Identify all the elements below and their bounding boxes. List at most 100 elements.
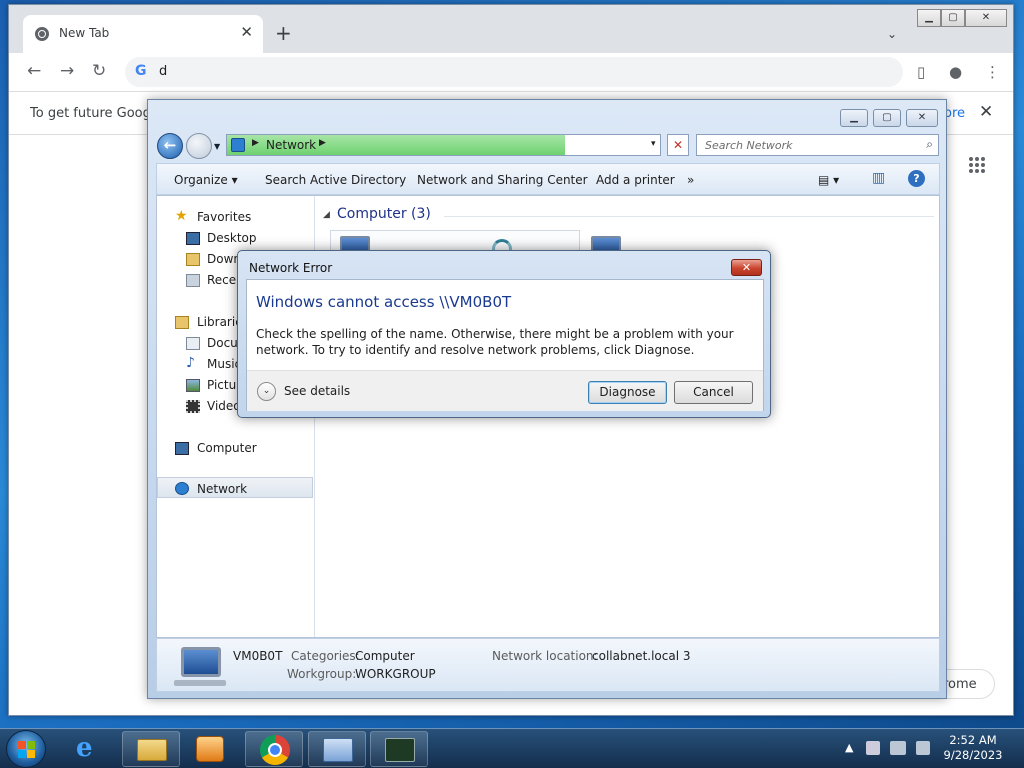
organize-button[interactable]: Organize ▾ — [174, 173, 238, 187]
start-button[interactable] — [6, 730, 46, 768]
reload-icon[interactable]: ↻ — [92, 61, 106, 81]
breadcrumb-network[interactable]: Network — [266, 138, 316, 152]
recent-places-icon — [186, 274, 200, 287]
clock-date: 9/28/2023 — [943, 748, 1003, 762]
explorer-maximize-button[interactable]: ▢ — [873, 109, 901, 127]
pictures-icon — [186, 379, 200, 392]
details-categories-value: Computer — [355, 649, 415, 663]
search-input[interactable]: Search Network ⌕ — [696, 134, 939, 156]
add-printer-button[interactable]: Add a printer — [596, 173, 675, 187]
nav-network[interactable]: Network — [197, 482, 247, 496]
details-location-value: collabnet.local 3 — [592, 649, 691, 663]
preview-pane-icon[interactable]: ▥ — [872, 170, 885, 186]
close-button[interactable]: ✕ — [965, 9, 1007, 27]
dialog-title: Network Error — [249, 261, 333, 275]
diagnose-button[interactable]: Diagnose — [588, 381, 667, 404]
change-view-icon[interactable]: ▤ ▾ — [818, 173, 839, 187]
details-computer-name: VM0B0T — [233, 649, 283, 663]
more-commands-button[interactable]: » — [687, 173, 694, 187]
details-workgroup-label: Workgroup: — [287, 667, 357, 681]
media-player-icon[interactable] — [196, 736, 224, 762]
info-close-icon[interactable]: ✕ — [979, 102, 993, 122]
computer-icon — [175, 442, 189, 455]
taskbar-network-button[interactable] — [308, 731, 366, 767]
nav-desktop[interactable]: Desktop — [207, 231, 257, 245]
monitor-app-icon — [385, 738, 415, 762]
back-icon[interactable]: ← — [27, 61, 41, 81]
videos-icon — [186, 400, 200, 413]
volume-muted-icon[interactable] — [916, 741, 930, 755]
search-active-directory-button[interactable]: Search Active Directory — [265, 173, 406, 187]
omnibox[interactable]: G d — [125, 57, 903, 87]
nav-favorites[interactable]: Favorites — [197, 210, 251, 224]
chrome-logo-icon — [35, 27, 49, 41]
folder-icon — [137, 739, 167, 761]
downloads-icon — [186, 253, 200, 266]
nav-libraries[interactable]: Librarie — [197, 315, 243, 329]
details-pane: VM0B0T Categories: Computer Workgroup: W… — [156, 638, 940, 692]
address-bar[interactable]: ▶ Network ▶ ▾ — [226, 134, 661, 156]
network-window-icon — [323, 738, 353, 762]
dialog-message: Check the spelling of the name. Otherwis… — [256, 327, 734, 357]
taskbar: e ▲ 2:52 AM 9/28/2023 — [0, 728, 1024, 768]
explorer-minimize-button[interactable]: ▁ — [840, 109, 868, 127]
network-status-icon[interactable] — [890, 741, 906, 755]
recent-pages-icon[interactable]: ▼ — [214, 142, 220, 151]
expand-details-icon[interactable]: ⌄ — [257, 382, 276, 401]
forward-arrow-icon[interactable] — [186, 133, 212, 159]
group-header[interactable]: Computer (3) — [337, 206, 431, 222]
taskbar-terminal-button[interactable] — [370, 731, 428, 767]
documents-icon — [186, 337, 200, 350]
menu-icon[interactable]: ⋮ — [985, 63, 1001, 81]
omnibox-input[interactable]: d — [159, 64, 167, 79]
help-icon[interactable]: ? — [908, 170, 925, 187]
show-hidden-icons[interactable]: ▲ — [845, 741, 853, 754]
taskbar-explorer-button[interactable] — [122, 731, 180, 767]
back-arrow-icon[interactable]: ← — [157, 133, 183, 159]
action-center-icon[interactable] — [866, 741, 880, 755]
info-link[interactable]: ore — [944, 106, 965, 121]
minimize-button[interactable]: ▁ — [917, 9, 941, 27]
search-placeholder: Search Network — [705, 139, 793, 152]
network-icon — [175, 482, 189, 495]
details-workgroup-value: WORKGROUP — [355, 667, 436, 681]
dialog-close-button[interactable]: ✕ — [731, 259, 762, 276]
internet-explorer-icon[interactable]: e — [76, 733, 93, 763]
command-bar: Organize ▾ Search Active Directory Netwo… — [156, 163, 940, 195]
chrome-center — [268, 743, 282, 757]
address-dropdown-icon[interactable]: ▾ — [651, 139, 656, 149]
libraries-icon — [175, 316, 189, 329]
see-details-link[interactable]: See details — [284, 384, 350, 398]
explorer-close-button[interactable]: ✕ — [906, 109, 938, 127]
profile-icon[interactable]: ● — [949, 63, 965, 81]
nav-videos[interactable]: Video — [207, 399, 241, 413]
forward-icon[interactable]: → — [60, 61, 74, 81]
network-error-dialog: Network Error ✕ Windows cannot access \\… — [237, 250, 771, 418]
browser-toolbar: ← → ↻ G d ▯ ● ⋮ — [9, 53, 1013, 91]
search-icon[interactable]: ⌕ — [926, 137, 933, 152]
tab-close-icon[interactable]: ✕ — [240, 23, 253, 41]
stop-icon[interactable]: ✕ — [667, 134, 689, 156]
side-panel-icon[interactable]: ▯ — [917, 63, 933, 81]
maximize-button[interactable]: ▢ — [941, 9, 965, 27]
group-divider — [444, 216, 934, 217]
cancel-button[interactable]: Cancel — [674, 381, 753, 404]
star-icon: ★ — [175, 208, 188, 224]
computer-icon — [174, 647, 226, 686]
tab-new-tab[interactable]: New Tab ✕ — [23, 15, 263, 53]
tab-search-icon[interactable]: ⌄ — [887, 27, 897, 41]
dialog-footer: ⌄ See details Diagnose Cancel — [247, 370, 763, 411]
group-collapse-icon[interactable]: ◢ — [323, 210, 330, 220]
info-message: To get future Google — [30, 106, 163, 121]
tab-title: New Tab — [59, 26, 110, 40]
nav-downloads[interactable]: Down — [207, 252, 241, 266]
taskbar-chrome-button[interactable] — [245, 731, 303, 767]
breadcrumb-arrow-icon[interactable]: ▶ — [319, 138, 326, 148]
nav-computer[interactable]: Computer — [197, 441, 257, 455]
dialog-content: Windows cannot access \\VM0B0T Check the… — [246, 279, 764, 411]
google-apps-icon[interactable] — [967, 155, 987, 175]
breadcrumb-arrow-icon[interactable]: ▶ — [252, 138, 259, 148]
new-tab-button[interactable]: + — [275, 23, 292, 43]
network-sharing-center-button[interactable]: Network and Sharing Center — [417, 173, 588, 187]
system-clock[interactable]: 2:52 AM 9/28/2023 — [930, 733, 1016, 763]
